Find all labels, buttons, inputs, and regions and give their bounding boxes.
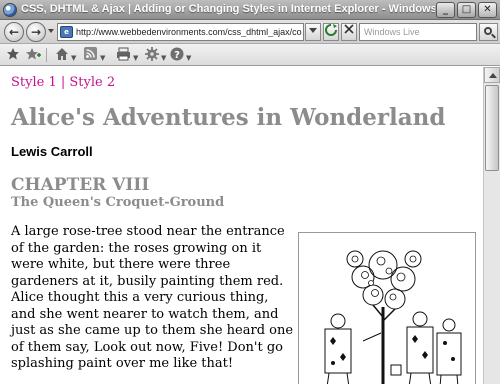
chapter-heading: CHAPTER VIII (11, 175, 150, 195)
tools-gear-icon[interactable] (145, 47, 159, 63)
window-title: CSS, DHTML & Ajax | Adding or Changing S… (21, 3, 435, 15)
illustration-image (298, 232, 476, 384)
style-2-link[interactable]: Style 2 (69, 75, 115, 90)
page-content: Style 1 | Style 2 Alice's Adventures in … (0, 67, 483, 384)
stop-icon (344, 24, 354, 34)
command-toolbar: ▼ ▼ ▼ ▼ ? ▼ (0, 44, 500, 66)
feeds-icon[interactable] (84, 47, 97, 63)
minimize-button[interactable]: _ (436, 2, 455, 18)
address-bar: ← → e http://www.webbedenvironments.com/… (0, 20, 500, 44)
search-button[interactable] (479, 23, 498, 41)
url-input[interactable]: e http://www.webbedenvironments.com/css_… (57, 23, 304, 41)
print-dropdown-icon[interactable]: ▼ (133, 50, 138, 66)
print-icon[interactable] (116, 47, 131, 63)
refresh-button[interactable] (323, 23, 339, 41)
history-dropdown-icon[interactable] (48, 29, 54, 33)
author-name: Lewis Carroll (11, 144, 93, 159)
book-title: Alice's Adventures in Wonderland (11, 104, 446, 131)
search-input[interactable]: Windows Live (359, 23, 477, 41)
page-icon: e (60, 26, 73, 38)
favorites-star-icon[interactable] (6, 47, 20, 63)
url-dropdown-button[interactable] (305, 23, 321, 41)
internet-explorer-icon (3, 3, 17, 17)
forward-button[interactable]: → (26, 22, 46, 42)
close-button[interactable]: ✕ (478, 2, 497, 18)
chapter-title: The Queen's Croquet-Ground (11, 195, 225, 210)
svg-text:?: ? (174, 50, 180, 61)
style-1-link[interactable]: Style 1 (11, 75, 57, 90)
add-favorite-icon[interactable] (25, 47, 41, 63)
chevron-down-icon (309, 28, 317, 33)
url-text[interactable]: http://www.webbedenvironments.com/css_dh… (76, 27, 302, 37)
rose-tree-illustration (324, 250, 462, 384)
vertical-scrollbar[interactable] (483, 67, 500, 384)
home-dropdown-icon[interactable]: ▼ (71, 50, 76, 66)
help-icon[interactable]: ? (170, 47, 184, 63)
back-button[interactable]: ← (4, 22, 24, 42)
feeds-dropdown-icon[interactable]: ▼ (100, 50, 105, 66)
stop-button[interactable] (341, 23, 357, 41)
window-titlebar: CSS, DHTML & Ajax | Adding or Changing S… (0, 0, 500, 20)
style-switcher: Style 1 | Style 2 (11, 75, 115, 90)
scroll-up-button[interactable] (484, 67, 500, 83)
tools-dropdown-icon[interactable]: ▼ (161, 50, 166, 66)
maximize-button[interactable]: □ (457, 2, 476, 18)
scroll-thumb[interactable] (485, 85, 499, 171)
help-dropdown-icon[interactable]: ▼ (186, 50, 191, 66)
style-separator: | (60, 75, 66, 90)
toolbar-separator (46, 48, 47, 62)
chapter-paragraph: A large rose-tree stood near the entranc… (11, 224, 294, 371)
refresh-icon (325, 24, 337, 36)
home-icon[interactable] (55, 47, 69, 63)
